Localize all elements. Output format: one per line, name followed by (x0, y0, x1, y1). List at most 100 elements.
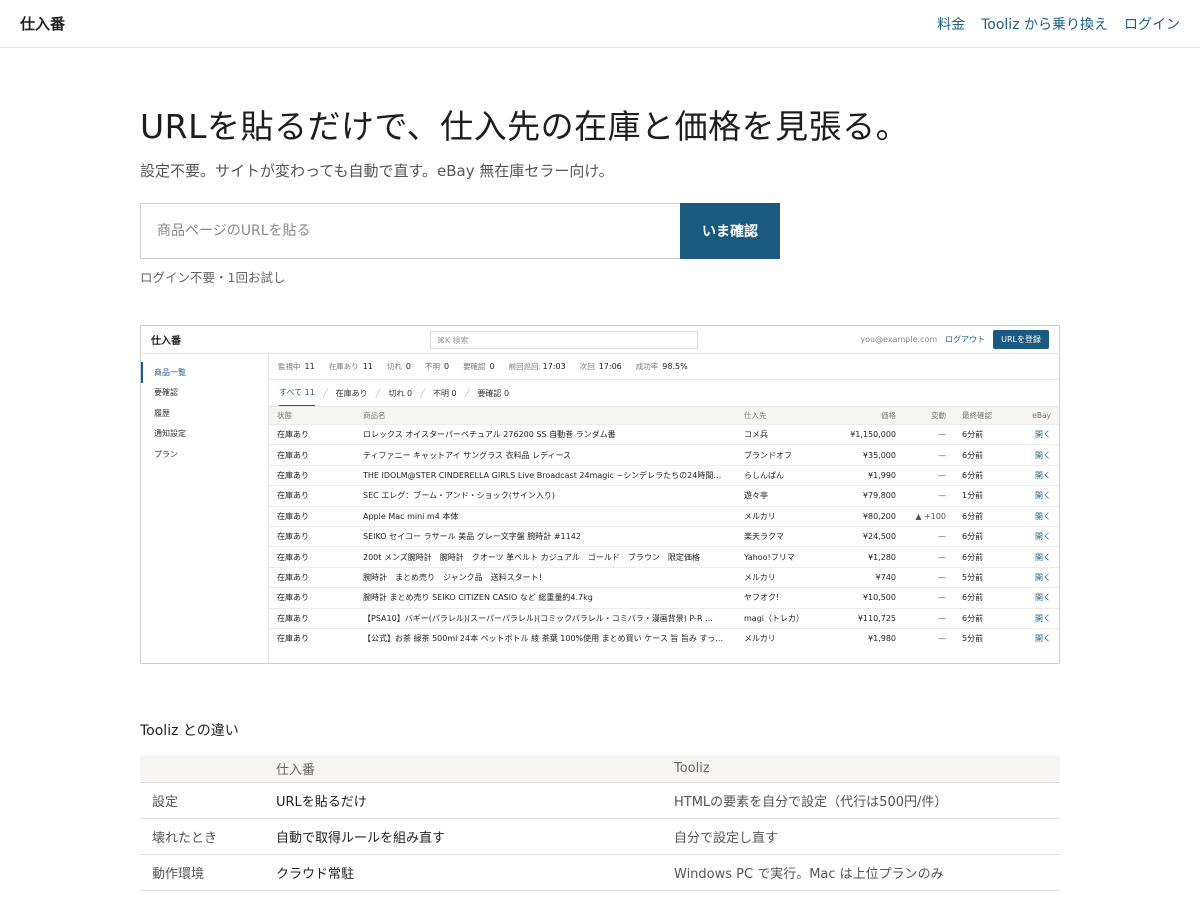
preview-main: 監視中 11 在庫あり 11 切れ 0 不明 0 要確認 0 前回巡回 17:03 次回 17:06 成功率… (269, 354, 1059, 663)
preview-stat: 前回巡回 17:03 (509, 361, 566, 372)
ebay-open-link: 開く (1009, 423, 1059, 445)
url-input[interactable] (140, 203, 680, 259)
preview-stat: 在庫あり 11 (329, 361, 373, 372)
preview-table-row: 在庫あり SEC エレグ：ブーム・アンド・ショック(サイン入り) 遊々亭 ¥79,80… (269, 485, 1059, 507)
preview-stat: 切れ 0 (387, 361, 411, 372)
change-cell: — (904, 485, 954, 507)
ebay-open-link: 開く (1009, 444, 1059, 466)
preview-stat: 不明 0 (425, 361, 449, 372)
hero-section: URLを貼るだけで、仕入先の在庫と価格を見張る。 設定不要。サイトが変わっても自… (140, 100, 1060, 286)
change-cell: ▲ +100 (904, 505, 954, 527)
change-cell: — (904, 587, 954, 609)
preview-column-header: 状態 (269, 406, 355, 425)
supplier-cell: ブランドオフ (736, 444, 828, 466)
preview-table-header: 状態 商品名 仕入先 価格 変動 最終確認 eBay (269, 406, 1059, 425)
check-now-button[interactable]: いま確認 (680, 203, 780, 259)
preview-column-header: 商品名 (355, 406, 736, 425)
product-name-cell: SEC エレグ：ブーム・アンド・ショック(サイン入り) (355, 485, 736, 507)
preview-stat-label: 切れ (386, 362, 402, 371)
change-cell: — (904, 607, 954, 629)
supplier-cell: メルカリ (736, 505, 828, 527)
change-cell: — (904, 423, 954, 445)
preview-tab: 在庫あり (335, 388, 368, 398)
change-cell: — (904, 525, 954, 547)
preview-stat-label: 要確認 (463, 362, 486, 371)
ebay-open-link: 開く (1009, 627, 1059, 649)
hero-title: URLを貼るだけで、仕入先の在庫と価格を見張る。 (140, 107, 910, 146)
preview-stat-label: 監視中 (278, 362, 301, 371)
last-checked-cell: 6分前 (954, 607, 1009, 629)
comparison-row: 設定 URLを貼るだけ HTMLの要素を自分で設定（代行は500円/件） (140, 782, 1060, 819)
price-cell: ¥1,150,000 (828, 423, 904, 445)
comparison-header-blank (140, 755, 264, 783)
comparison-row-ours: URLを貼るだけ (264, 782, 662, 819)
last-checked-cell: 5分前 (954, 566, 1009, 588)
status-cell: 在庫あり (269, 485, 355, 507)
change-cell: — (904, 627, 954, 649)
brand-logo[interactable]: 仕入番 (20, 13, 65, 34)
price-cell: ¥79,800 (828, 485, 904, 507)
product-name-cell: 【PSA10】バギー(パラレル)(スーパーパラレル)(コミックパラレル・コミパラ… (355, 607, 736, 629)
preview-sidebar-item-review: 要確認 (154, 388, 178, 398)
last-checked-cell: 5分前 (954, 627, 1009, 649)
price-cell: ¥1,980 (828, 627, 904, 649)
price-cell: ¥110,725 (828, 607, 904, 629)
comparison-row-label: 壊れたとき (140, 818, 264, 855)
preview-sidebar: 商品一覧 要確認 履歴 通知設定 プラン (141, 354, 269, 663)
status-cell: 在庫あり (269, 607, 355, 629)
preview-stats-bar: 監視中 11 在庫あり 11 切れ 0 不明 0 要確認 0 前回巡回 17:03 次回 17:06 成功率… (269, 354, 1059, 380)
product-name-cell: 腕時計 まとめ売り SEIKO CITIZEN CASIO など 総重量約4.7… (355, 587, 736, 609)
product-name-cell: 【公式】お茶 緑茶 500ml 24本 ペットボトル 綾 茶葉 100%使用 ま… (355, 627, 736, 649)
comparison-header-tooliz: Tooliz (662, 755, 1060, 783)
product-name-cell: ティファニー キャットアイ サングラス 衣料品 レディース (355, 444, 736, 466)
status-cell: 在庫あり (269, 423, 355, 445)
preview-product-table: 状態 商品名 仕入先 価格 変動 最終確認 eBay 在庫あり ロレックス オイスターパーペチ… (269, 406, 1059, 649)
ebay-open-link: 開く (1009, 485, 1059, 507)
preview-stat-value: 17:06 (598, 362, 622, 371)
preview-tab: 切れ 0 (388, 388, 413, 398)
preview-table-row: 在庫あり ロレックス オイスターパーペチュアル 276200 SS 自動巻 ランダ… (269, 423, 1059, 445)
nav-login-link[interactable]: ログイン (1124, 14, 1180, 34)
preview-table-row: 在庫あり 腕時計 まとめ売り SEIKO CITIZEN CASIO など 総重量… (269, 587, 1059, 609)
price-cell: ¥1,280 (828, 546, 904, 568)
product-name-cell: ロレックス オイスターパーペチュアル 276200 SS 自動巻 ランダム番 (355, 423, 736, 445)
product-name-cell: 腕時計 まとめ売り ジャンク品 送料スタート！ (355, 566, 736, 588)
app-preview: 仕入番 ⌘K 検索 you@example.com ログアウト URLを登録 商… (140, 325, 1060, 664)
comparison-row-label: 動作環境 (140, 854, 264, 891)
comparison-header-ours: 仕入番 (264, 755, 662, 783)
preview-stat-value: 11 (304, 362, 315, 371)
ebay-open-link: 開く (1009, 464, 1059, 486)
preview-column-header: 最終確認 (954, 406, 1009, 425)
last-checked-cell: 6分前 (954, 444, 1009, 466)
preview-sidebar-item-notifications: 通知設定 (154, 429, 186, 439)
nav-pricing-link[interactable]: 料金 (937, 14, 965, 34)
status-cell: 在庫あり (269, 566, 355, 588)
preview-table-row: 在庫あり SEIKO セイコー ラサール 美品 グレー文字盤 腕時計 #1142 楽… (269, 525, 1059, 547)
product-name-cell: SEIKO セイコー ラサール 美品 グレー文字盤 腕時計 #1142 (355, 525, 736, 547)
preview-sidebar-item-plan: プラン (154, 449, 178, 459)
hero-subtitle: 設定不要。サイトが変わっても自動で直す。eBay 無在庫セラー向け。 (140, 162, 614, 180)
supplier-cell: メルカリ (736, 627, 828, 649)
preview-stat-value: 0 (489, 362, 495, 371)
preview-stat: 要確認 0 (463, 361, 495, 372)
status-cell: 在庫あり (269, 525, 355, 547)
supplier-cell: メルカリ (736, 566, 828, 588)
preview-column-header: 価格 (828, 406, 904, 425)
product-name-cell: Apple Mac mini m4 本体 (355, 505, 736, 527)
preview-user-email: you@example.com (860, 335, 938, 344)
price-cell: ¥740 (828, 566, 904, 588)
last-checked-cell: 6分前 (954, 525, 1009, 547)
preview-brand: 仕入番 (151, 336, 181, 347)
price-cell: ¥35,000 (828, 444, 904, 466)
preview-logout-link: ログアウト (945, 335, 986, 344)
status-cell: 在庫あり (269, 587, 355, 609)
supplier-cell: らしんばん (736, 464, 828, 486)
price-cell: ¥1,990 (828, 464, 904, 486)
comparison-section: Tooliz との違い 仕入番 Tooliz 設定 URLを貼るだけ HTMLの… (140, 720, 1060, 891)
preview-sidebar-item-products: 商品一覧 (141, 362, 268, 383)
comparison-row-tooliz: HTMLの要素を自分で設定（代行は500円/件） (662, 782, 1060, 819)
preview-column-header: 変動 (904, 406, 954, 425)
last-checked-cell: 6分前 (954, 587, 1009, 609)
nav-migrate-link[interactable]: Tooliz から乗り換え (981, 14, 1108, 34)
comparison-row: 動作環境 クラウド常駐 Windows PC で実行。Mac は上位プランのみ (140, 854, 1060, 891)
